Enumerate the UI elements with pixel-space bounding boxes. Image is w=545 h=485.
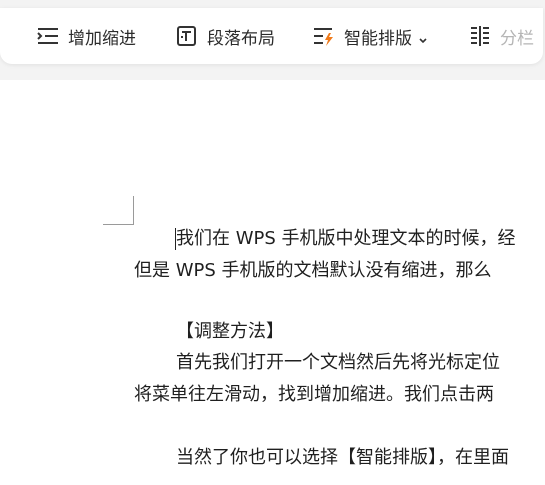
paragraph-layout-icon (175, 24, 199, 48)
paragraph-layout-button[interactable]: 段落布局 (175, 22, 275, 50)
document-line[interactable]: 我们在 WPS 手机版中处理文本的时候，经 (176, 228, 516, 250)
indent-increase-button[interactable]: 增加缩进 (36, 22, 136, 50)
indent-increase-icon (36, 24, 60, 48)
document-line[interactable]: 当然了你也可以选择【智能排版】，在里面 (176, 447, 509, 469)
columns-icon (468, 24, 492, 48)
smart-format-button[interactable]: 智能排版 (312, 22, 428, 50)
paragraph-layout-label: 段落布局 (207, 28, 275, 49)
margin-corner-mark (103, 196, 134, 225)
indent-increase-label: 增加缩进 (68, 28, 136, 49)
columns-button[interactable]: 分栏 (468, 22, 534, 50)
toolbar: 增加缩进 段落布局 智能排版 分栏 (0, 8, 543, 64)
smart-format-label: 智能排版 (344, 28, 412, 49)
document-page[interactable] (0, 80, 545, 485)
document-line[interactable]: 【调整方法】 (176, 321, 284, 343)
chevron-down-icon (418, 31, 428, 44)
document-line[interactable]: 首先我们打开一个文档然后先将光标定位 (176, 352, 500, 374)
columns-label: 分栏 (500, 28, 534, 49)
smart-format-icon (312, 24, 336, 48)
document-line[interactable]: 将菜单往左滑动，找到增加缩进。我们点击两 (134, 384, 494, 406)
document-line[interactable]: 但是 WPS 手机版的文档默认没有缩进，那么 (134, 260, 492, 282)
